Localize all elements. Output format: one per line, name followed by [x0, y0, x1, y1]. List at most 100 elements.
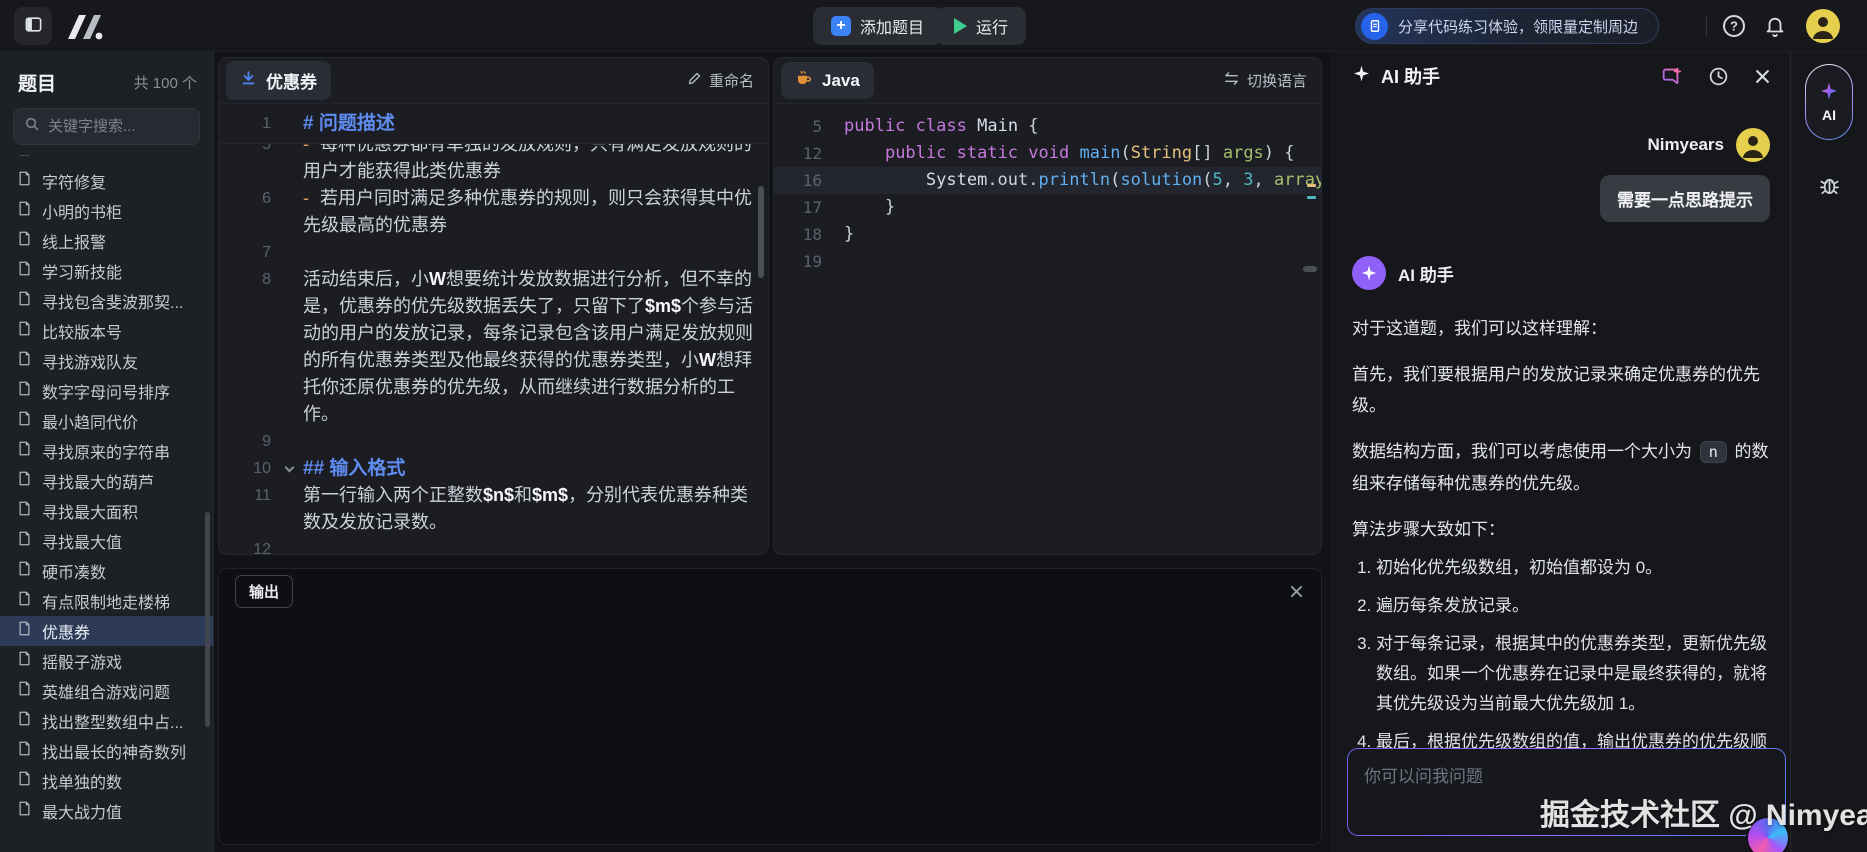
code-seg [844, 170, 926, 190]
sidebar-item[interactable]: 寻找最大面积 [0, 496, 213, 526]
code-seg [905, 116, 915, 136]
code-scrollbar[interactable] [1303, 266, 1317, 272]
sidebar-item[interactable]: 最大战力值 [0, 796, 213, 823]
md-seg: # 问题描述 [303, 113, 395, 134]
overview-ruler-mark [1307, 184, 1316, 187]
sidebar-item[interactable]: 找出最长的神奇数列 [0, 736, 213, 766]
add-question-button[interactable]: + 添加题目 [813, 7, 942, 45]
sidebar-item-label: 英雄组合游戏问题 [42, 679, 170, 703]
user-avatar[interactable] [1806, 9, 1840, 43]
switch-language-button[interactable]: 切换语言 [1223, 70, 1307, 91]
code-editor[interactable]: 5public class Main {12 public static voi… [774, 104, 1321, 555]
sidebar-item[interactable]: 寻找原来的字符串 [0, 436, 213, 466]
sidebar-item[interactable]: 学习新技能 [0, 256, 213, 286]
add-question-label: 添加题目 [860, 14, 924, 38]
sidebar-item-label: 最大战力值 [42, 799, 122, 823]
sidebar-item[interactable]: 寻找最大值 [0, 526, 213, 556]
panel-toggle-icon [24, 15, 43, 37]
language-tab[interactable]: Java [781, 62, 874, 99]
line-content: -若用户同时满足多种优惠券的规则，则只会获得其中优先级最高的优惠券 [303, 185, 768, 239]
sidebar-item[interactable]: 英雄组合游戏问题 [0, 676, 213, 706]
promo-banner[interactable]: 分享代码练习体验，领限量定制周边 [1355, 8, 1659, 44]
ai-rail-button[interactable]: AI [1805, 64, 1853, 140]
ai-seg: 数据结构方面，我们可以考虑使用一个大小为 [1352, 442, 1697, 461]
sidebar-item[interactable] [0, 155, 213, 166]
sidebar-item[interactable]: 线上报警 [0, 226, 213, 256]
brain-icon[interactable] [1748, 818, 1788, 852]
code-seg: solution [1120, 170, 1202, 190]
sidebar-item[interactable]: 字符修复 [0, 166, 213, 196]
search-input[interactable] [48, 118, 189, 135]
doc-icon [17, 501, 32, 521]
code-seg: .out. [987, 170, 1038, 190]
doc-icon [17, 351, 32, 371]
overview-ruler-mark [1307, 196, 1316, 199]
markdown-line: 10## 输入格式 [219, 455, 768, 482]
sidebar-item[interactable]: 最小趋同代价 [0, 406, 213, 436]
code-panel: Java 切换语言 5public class Main {12 public … [773, 57, 1322, 555]
sidebar-title: 题目 [18, 69, 56, 96]
line-content: ## 输入格式 [303, 455, 768, 482]
history-icon[interactable] [1708, 66, 1729, 87]
ai-assistant-panel: AI 助手 Nimyears [1330, 52, 1790, 852]
search-box [13, 108, 200, 145]
line-content: public class Main { [844, 113, 1321, 140]
line-content: # 问题描述 [303, 110, 409, 137]
sidebar-item[interactable]: 优惠券 [0, 616, 213, 646]
sidebar-item[interactable]: 找单独的数 [0, 766, 213, 796]
sidebar-item[interactable]: 硬币凑数 [0, 556, 213, 586]
line-number: 9 [219, 428, 303, 455]
ai-seg: 对于这道题，我们可以这样理解： [1352, 319, 1607, 338]
algorithm-step: 对于每条记录，根据其中的优惠券类型，更新优先级数组。如果一个优惠券在记录中是最终… [1376, 629, 1770, 719]
output-panel: 输出 [218, 568, 1322, 845]
doc-icon [17, 201, 32, 221]
output-close-button[interactable] [1290, 585, 1303, 598]
output-tab[interactable]: 输出 [235, 575, 293, 608]
ai-question-input[interactable] [1348, 749, 1785, 835]
problem-scrollbar[interactable] [758, 186, 764, 278]
markdown-editor[interactable]: 1# 问题描述 5-每种优惠券都有单独的发放规则，只有满足发放规则的用户才能获得… [219, 104, 768, 555]
user-message-bubble: 需要一点思路提示 [1600, 175, 1770, 222]
problem-tab[interactable]: 优惠券 [226, 61, 331, 100]
rename-button[interactable]: 重命名 [687, 70, 754, 91]
doc-icon [17, 471, 32, 491]
sidebar-scrollbar[interactable] [205, 512, 210, 727]
line-content [303, 428, 768, 455]
markdown-line: 9 [219, 428, 768, 455]
play-icon [954, 18, 967, 34]
user-name: Nimyears [1647, 135, 1724, 155]
sidebar-item[interactable]: 摇骰子游戏 [0, 646, 213, 676]
doc-icon [17, 741, 32, 761]
problem-panel: 优惠券 重命名 1# 问题描述 5-每种优惠券都有单独的发放规则，只有满足发放规… [218, 57, 769, 555]
bug-icon[interactable] [1818, 174, 1841, 197]
md-seg: 第一行输入两个正整数 [303, 485, 483, 505]
sidebar-item[interactable]: 找出整型数组中占... [0, 706, 213, 736]
code-seg: String [1131, 143, 1192, 163]
sidebar-item-label: 寻找最大值 [42, 529, 122, 553]
code-line: 17 } [774, 194, 1321, 221]
code-line: 5public class Main { [774, 113, 1321, 140]
sidebar-item[interactable]: 寻找游戏队友 [0, 346, 213, 376]
new-chat-button[interactable] [1660, 65, 1682, 87]
sidebar-item[interactable]: 寻找包含斐波那契... [0, 286, 213, 316]
clipboard-icon [1361, 13, 1388, 40]
sidebar-item[interactable]: 有点限制地走楼梯 [0, 586, 213, 616]
sidebar-item[interactable]: 小明的书柜 [0, 196, 213, 226]
notifications-button[interactable] [1762, 13, 1788, 39]
ai-chat-area: Nimyears 需要一点思路提示 AI 助手 对于这道题，我们可以这样理解：首… [1330, 128, 1790, 787]
help-button[interactable]: ? [1721, 13, 1747, 39]
sidebar-item-label: 找出整型数组中占... [42, 709, 183, 733]
code-seg: , [1223, 170, 1243, 190]
sidebar-item[interactable]: 数字字母问号排序 [0, 376, 213, 406]
doc-icon [17, 411, 32, 431]
run-button[interactable]: 运行 [936, 7, 1026, 45]
sidebar-toggle-button[interactable] [14, 7, 52, 45]
doc-icon [17, 261, 32, 281]
right-toolbar: AI [1790, 52, 1867, 852]
sidebar-item[interactable]: 比较版本号 [0, 316, 213, 346]
problem-panel-header: 优惠券 重命名 [219, 58, 768, 104]
code-seg: ( [1110, 170, 1120, 190]
sidebar-item[interactable]: 寻找最大的葫芦 [0, 466, 213, 496]
code-seg: } [844, 224, 854, 244]
close-ai-panel-button[interactable] [1755, 69, 1770, 84]
